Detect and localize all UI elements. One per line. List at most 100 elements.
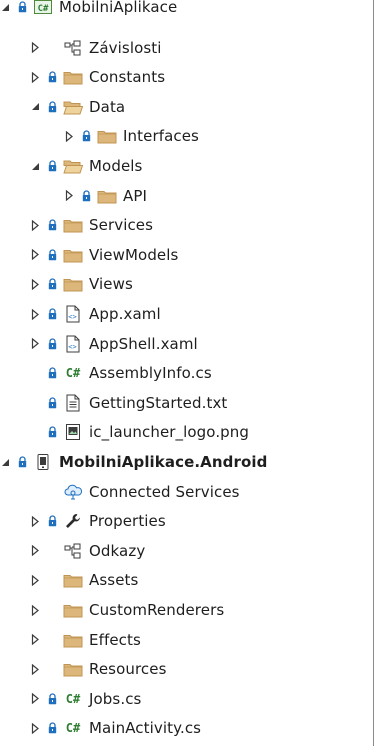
svg-text:<>: <> — [68, 343, 76, 351]
tree-item-odkazy[interactable]: Odkazy — [0, 536, 372, 566]
csharp-file-icon: C# — [65, 691, 81, 706]
expand-arrow-icon[interactable] — [30, 513, 41, 529]
tree-item-customrenderers[interactable]: CustomRenderers — [0, 595, 372, 625]
expand-arrow-icon[interactable] — [30, 217, 41, 233]
expand-arrow-icon[interactable] — [30, 247, 41, 263]
svg-text:C#: C# — [38, 4, 49, 14]
tree-item-mobilniaplikace-android[interactable]: MobilniAplikace.Android — [0, 447, 372, 477]
expand-arrow-icon[interactable] — [30, 720, 41, 736]
tree-item-ic-launcher-logo-png[interactable]: ic_launcher_logo.png — [0, 417, 372, 447]
collapse-arrow-icon[interactable] — [30, 158, 41, 174]
tree-item-label: Jobs.cs — [89, 689, 142, 708]
expand-arrow-icon[interactable] — [30, 572, 41, 588]
tree-item-app-xaml[interactable]: <> App.xaml — [0, 299, 372, 329]
tree-item-constants[interactable]: Constants — [0, 62, 372, 92]
lock-icon — [45, 158, 59, 174]
expand-arrow-icon[interactable] — [30, 40, 41, 56]
folder-icon — [96, 187, 118, 205]
expand-arrow-icon[interactable] — [30, 691, 41, 707]
lock-spacer — [45, 543, 59, 559]
tree-item-label: Resources — [89, 660, 167, 679]
expand-arrow-icon[interactable] — [30, 543, 41, 559]
tree-item-properties[interactable]: Properties — [0, 506, 372, 536]
tree-item-label: CustomRenderers — [89, 601, 225, 619]
tree-item-label: Interfaces — [123, 127, 199, 146]
tree-item-z-vislosti[interactable]: Závislosti — [0, 33, 372, 63]
lock-icon — [45, 99, 59, 115]
tree-item-label: Properties — [89, 512, 166, 531]
lock-icon — [45, 69, 59, 85]
tree-item-label: Constants — [89, 68, 166, 87]
tree-item-effects[interactable]: Effects — [0, 625, 372, 655]
expand-arrow-icon[interactable] — [30, 69, 41, 85]
dependencies-icon — [62, 542, 84, 560]
lock-spacer — [45, 572, 59, 588]
expand-arrow-icon[interactable] — [30, 276, 41, 292]
tree-item-services[interactable]: Services — [0, 210, 372, 240]
tree-item-mainactivity-cs[interactable]: C# MainActivity.cs — [0, 713, 372, 743]
tree-item-label: Data — [89, 97, 126, 116]
tree-item-viewmodels[interactable]: ViewModels — [0, 240, 372, 270]
folder-icon — [62, 216, 84, 234]
folder-icon — [62, 660, 84, 678]
tree-item-label: Models — [89, 157, 143, 175]
folder-icon — [62, 246, 84, 264]
tree-item-label: Odkazy — [89, 541, 146, 560]
lock-icon — [45, 691, 59, 707]
lock-spacer — [45, 484, 59, 500]
folder-icon — [62, 275, 84, 293]
tree-item-gettingstarted-txt[interactable]: GettingStarted.txt — [0, 388, 372, 418]
lock-icon — [45, 276, 59, 292]
expand-arrow-icon[interactable] — [64, 128, 75, 144]
xaml-file-icon: <> — [62, 335, 84, 353]
collapse-arrow-icon[interactable] — [0, 0, 11, 15]
folder-open-icon — [62, 157, 84, 175]
expand-arrow-icon[interactable] — [30, 661, 41, 677]
android-project-icon — [32, 453, 54, 471]
expand-arrow-icon[interactable] — [30, 602, 41, 618]
connected-services-icon — [62, 483, 84, 501]
tree-item-api[interactable]: API — [0, 181, 372, 211]
tree-item-label: Effects — [89, 630, 141, 649]
lock-icon — [15, 454, 29, 470]
tree-item-interfaces[interactable]: Interfaces — [0, 121, 372, 151]
tree-item-label: Services — [89, 216, 154, 235]
expand-arrow-icon[interactable] — [30, 336, 41, 352]
expand-arrow-icon[interactable] — [30, 632, 41, 648]
collapse-arrow-icon[interactable] — [30, 99, 41, 115]
svg-text:<>: <> — [68, 313, 76, 321]
tree-item-assemblyinfo-cs[interactable]: C# AssemblyInfo.cs — [0, 358, 372, 388]
folder-icon — [96, 127, 118, 145]
dependencies-icon — [62, 39, 84, 57]
tree-item-label: MobilniAplikace.Android — [59, 453, 268, 471]
tree-item-assets[interactable]: Assets — [0, 565, 372, 595]
xaml-file-icon: <> — [62, 305, 84, 323]
tree-item-label: MainActivity.cs — [89, 719, 202, 738]
lock-spacer — [45, 632, 59, 648]
folder-icon — [62, 601, 84, 619]
tree-item-models[interactable]: Models — [0, 151, 372, 181]
wrench-icon — [62, 512, 84, 530]
tree-item-data[interactable]: Data — [0, 92, 372, 122]
tree-item-views[interactable]: Views — [0, 269, 372, 299]
expand-arrow-icon[interactable] — [30, 306, 41, 322]
lock-icon — [45, 720, 59, 736]
tree-item-mobilniaplikace[interactable]: C# MobilniAplikace — [0, 0, 372, 16]
tree-item-jobs-cs[interactable]: C# Jobs.cs — [0, 684, 372, 714]
tree-item-label: AssemblyInfo.cs — [89, 364, 212, 383]
collapse-arrow-icon[interactable] — [0, 454, 11, 470]
tree-item-label: Connected Services — [89, 482, 240, 501]
tree-item-label: Závislosti — [89, 38, 162, 57]
expand-arrow-icon[interactable] — [64, 188, 75, 204]
lock-icon — [79, 188, 93, 204]
tree-item-appshell-xaml[interactable]: <> AppShell.xaml — [0, 329, 372, 359]
tree-item-connected-services[interactable]: Connected Services — [0, 477, 372, 507]
tree-item-resources[interactable]: Resources — [0, 654, 372, 684]
csharp-project-icon: C# — [32, 0, 54, 16]
tree-item-label: GettingStarted.txt — [89, 393, 228, 412]
lock-icon — [79, 128, 93, 144]
